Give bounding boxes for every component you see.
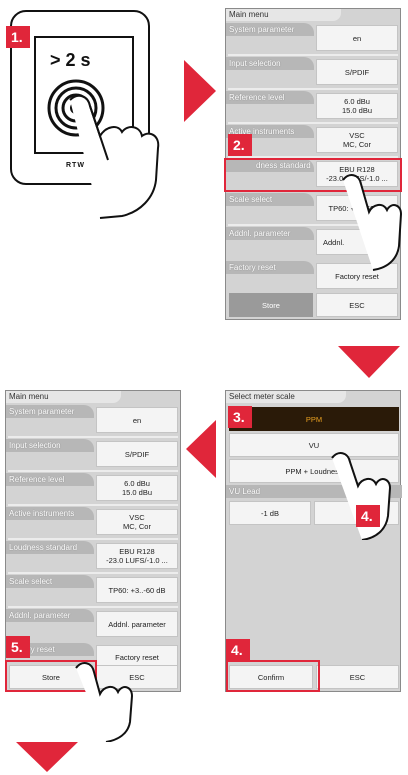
step-badge-1: 1. [6, 26, 30, 48]
arrow-right-icon [184, 60, 216, 122]
row-label-active-instruments: Active instruments [6, 507, 94, 520]
screen-title: Main menu [6, 391, 121, 403]
row-label-input-selection: Input selection [6, 439, 94, 452]
arrow-left-icon [186, 420, 216, 478]
hand-pointer-icon [75, 662, 134, 742]
scale-select-button[interactable]: TP60: +3..-60 dB [96, 577, 178, 603]
divider [8, 572, 178, 574]
arrow-down-icon [338, 346, 400, 378]
ppm-option-button[interactable]: PPM [229, 407, 399, 431]
hand-pointer-icon [342, 174, 403, 271]
row-label-addnl-parameter: Addnl. parameter [226, 227, 314, 240]
row-label-addnl-parameter: Addnl. parameter [6, 609, 94, 622]
active-instruments-button[interactable]: VSC MC, Cor [316, 127, 398, 153]
row-label-scale-select: Scale select [226, 193, 314, 206]
esc-button[interactable]: ESC [316, 665, 399, 689]
divider [8, 504, 178, 506]
screen-title: Main menu [226, 9, 341, 21]
step-badge-4-confirm: 4. [226, 639, 250, 661]
system-parameter-button[interactable]: en [96, 407, 178, 433]
loudness-standard-button[interactable]: EBU R128 -23.0 LUFS/-1.0 ... [96, 543, 178, 569]
divider [8, 606, 178, 608]
reference-level-button[interactable]: 6.0 dBu 15.0 dBu [96, 475, 178, 501]
step-badge-2: 2. [228, 134, 252, 156]
divider [8, 470, 178, 472]
screen-select-meter-scale: Select meter scale PPM VU PPM + Loudness… [225, 390, 402, 692]
step-badge-5: 5. [6, 636, 30, 658]
divider [228, 122, 398, 124]
row-label-scale-select: Scale select [6, 575, 94, 588]
screen-title: Select meter scale [226, 391, 346, 403]
input-selection-button[interactable]: S/PDIF [316, 59, 398, 85]
divider [8, 538, 178, 540]
divider [228, 54, 398, 56]
vu-lead-value-button[interactable]: -1 dB [229, 501, 311, 525]
row-label-reference-level: Reference level [6, 473, 94, 486]
esc-button[interactable]: ESC [316, 293, 398, 317]
divider [228, 88, 398, 90]
step-badge-4: 4. [356, 505, 380, 527]
screen-main-menu-2: Main menu System parameter en Input sele… [5, 390, 181, 692]
divider [8, 436, 178, 438]
addnl-parameter-button[interactable]: Addnl. parameter [96, 611, 178, 637]
row-label-input-selection: Input selection [226, 57, 314, 70]
active-instruments-button[interactable]: VSC MC, Cor [96, 509, 178, 535]
step-badge-3: 3. [228, 406, 252, 428]
confirm-highlight [226, 660, 320, 692]
reference-level-button[interactable]: 6.0 dBu 15.0 dBu [316, 93, 398, 119]
arrow-down-icon [16, 742, 78, 772]
system-parameter-button[interactable]: en [316, 25, 398, 51]
row-label-loudness-standard: Loudness standard [6, 541, 94, 554]
hand-pointer-icon [69, 94, 160, 219]
store-button[interactable]: Store [229, 293, 313, 317]
row-label-reference-level: Reference level [226, 91, 314, 104]
row-label-system-parameter: System parameter [226, 23, 314, 36]
row-label-factory-reset: Factory reset [226, 261, 314, 274]
input-selection-button[interactable]: S/PDIF [96, 441, 178, 467]
press-duration-label: > 2 s [50, 50, 91, 70]
row-label-system-parameter: System parameter [6, 405, 94, 418]
